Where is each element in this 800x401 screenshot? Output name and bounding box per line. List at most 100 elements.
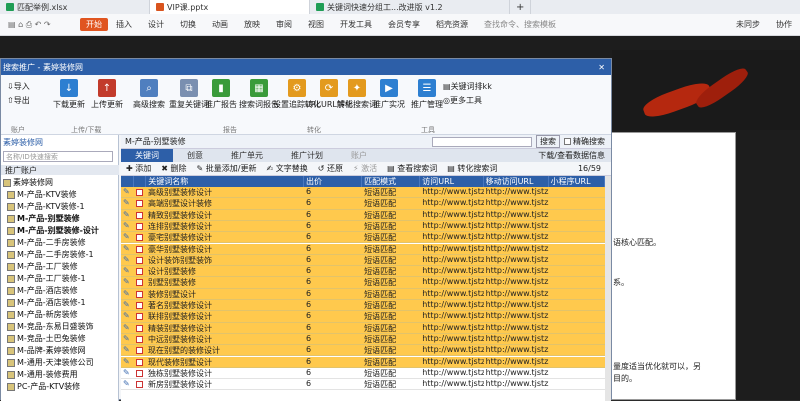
batch-add-button[interactable]: ✎ 批量添加/更新 — [192, 163, 262, 174]
ribbon-tab-review[interactable]: 审阅 — [268, 19, 300, 30]
col-url[interactable]: 访问URL — [420, 176, 484, 187]
vertical-scrollbar[interactable] — [605, 176, 611, 401]
tree-item[interactable]: M-产品-二手房装修 — [7, 237, 86, 248]
table-row[interactable]: ✎ 新房别墅装修设计 6 短语匹配 http://www.tjstzx...http:/… — [121, 379, 605, 391]
close-icon[interactable]: ✕ — [592, 63, 611, 72]
keyword-search-input[interactable] — [432, 136, 532, 147]
view-terms-button[interactable]: ▤ 查看搜索词 — [382, 163, 442, 174]
wps-tab-0[interactable]: 匹配举例.xlsx — [0, 0, 150, 14]
ribbon-tab-dev[interactable]: 开发工具 — [332, 19, 380, 30]
download-update-button[interactable]: ↓ 下载更新 — [53, 79, 85, 110]
edit-icon[interactable]: ✎ — [121, 198, 134, 208]
table-row[interactable]: ✎ 精装别墅装修设计 6 短语匹配 http://www.tjstzx...http:/… — [121, 322, 605, 334]
table-row[interactable]: ✎ 著名别墅装修设计 6 短语匹配 http://www.tjstzx...http:/… — [121, 300, 605, 312]
tree-item[interactable]: M-产品-新房装修 — [7, 309, 78, 320]
tree-item[interactable]: M-通用-装修费用 — [7, 369, 78, 380]
tree-item[interactable]: M-产品-别墅装修-设计 — [7, 225, 99, 236]
table-row[interactable]: ✎ 精致别墅装修设计 6 短语匹配 http://www.tjstzx...http:/… — [121, 209, 605, 221]
tree-item[interactable]: M-产品-KTV装修 — [7, 189, 77, 200]
ribbon-tab-insert[interactable]: 插入 — [108, 19, 140, 30]
advanced-search-button[interactable]: ⌕ 高级搜索 — [133, 79, 165, 110]
tree-item[interactable]: 素婷装修网 — [3, 177, 53, 188]
edit-icon[interactable]: ✎ — [121, 357, 134, 367]
edit-icon[interactable]: ✎ — [121, 368, 134, 378]
table-row[interactable]: ✎ 豪华别墅装修设计 6 短语匹配 http://www.tjstzx...http:/… — [121, 243, 605, 255]
table-row[interactable]: ✎ 连排别墅装修设计 6 短语匹配 http://www.tjstzx...http:/… — [121, 220, 605, 233]
col-bid[interactable]: 出价 — [304, 176, 363, 187]
edit-icon[interactable]: ✎ — [121, 221, 134, 231]
col-match[interactable]: 匹配模式 — [362, 176, 421, 187]
more-tools-button[interactable]: ◎ 更多工具 — [443, 95, 482, 106]
ribbon-tab-animation[interactable]: 动画 — [204, 19, 236, 30]
convert-term-button[interactable]: ✦ 转化搜索词 — [337, 79, 377, 110]
table-row[interactable]: ✎ 中远别墅装修设计 6 短语匹配 http://www.tjstzx...http:/… — [121, 333, 605, 346]
tree-item[interactable]: M-产品-工厂装修 — [7, 261, 78, 272]
tab-keyword[interactable]: 关键词 — [121, 149, 173, 162]
tree-item[interactable]: M-产品-工厂装修-1 — [7, 273, 86, 284]
ribbon-tab-start[interactable]: 开始 — [80, 18, 108, 31]
convert-terms-button[interactable]: ▤ 转化搜索词 — [442, 163, 502, 174]
tree-item[interactable]: M-通用-天津装修公司 — [7, 357, 94, 368]
import-button[interactable]: ⇩ 导入 — [7, 81, 30, 92]
edit-icon[interactable]: ✎ — [121, 210, 134, 220]
tree-item[interactable]: M-产品-KTV装修-1 — [7, 201, 85, 212]
add-button[interactable]: ✚ 添加 — [121, 163, 156, 174]
col-mobile-url[interactable]: 移动访问URL — [484, 176, 549, 187]
edit-icon[interactable]: ✎ — [121, 277, 134, 287]
tree-item[interactable]: M-产品-酒店装修-1 — [7, 297, 86, 308]
edit-icon[interactable]: ✎ — [121, 300, 134, 310]
tree-item[interactable]: M-竞品-土巴兔装修 — [7, 333, 86, 344]
edit-icon[interactable]: ✎ — [121, 345, 134, 355]
tree-item[interactable]: M-产品-别墅装修 — [7, 213, 80, 224]
export-button[interactable]: ⇧ 导出 — [7, 95, 30, 106]
tab-plan[interactable]: 推广计划 — [277, 149, 337, 162]
promo-report-button[interactable]: ▮ 推广报告 — [205, 79, 237, 110]
restore-button[interactable]: ↺ 还原 — [313, 163, 348, 174]
exact-search-checkbox[interactable] — [564, 138, 571, 145]
ribbon-tab-design[interactable]: 设计 — [140, 19, 172, 30]
table-row[interactable]: ✎ 独栋别墅装修设计 6 短语匹配 http://www.tjstzx...http:/… — [121, 367, 605, 380]
table-row[interactable]: ✎ 豪宅别墅装修设计 6 短语匹配 http://www.tjstzx...http:/… — [121, 232, 605, 244]
table-row[interactable]: ✎ 现在别墅的装修设计 6 短语匹配 http://www.tjstzx...http:… — [121, 345, 605, 357]
edit-icon[interactable]: ✎ — [121, 334, 134, 344]
edit-icon[interactable]: ✎ — [121, 323, 134, 333]
keyword-rank-button[interactable]: ▤ 关键词排kk — [443, 81, 492, 92]
col-keyword[interactable]: 关键词名称 — [146, 176, 305, 187]
collab-button[interactable]: 协作 — [768, 19, 800, 30]
table-row[interactable]: ✎ 装修别墅设计 6 短语匹配 http://www.tjstzx...http://w… — [121, 288, 605, 300]
edit-icon[interactable]: ✎ — [121, 187, 134, 197]
ribbon-tools-icons[interactable]: ▤ ⌂ ⎙ ↶ ↷ — [0, 20, 80, 30]
table-row[interactable]: ✎ 别墅别墅装修 6 短语匹配 http://www.tjstzx...http://w… — [121, 277, 605, 289]
wps-tab-2[interactable]: 关键词快速分组工...改进版 v1.2 — [310, 0, 510, 14]
ribbon-tab-show[interactable]: 放映 — [236, 19, 268, 30]
tree-item[interactable]: M-产品-酒店装修 — [7, 285, 78, 296]
tab-creative[interactable]: 创意 — [173, 149, 217, 162]
tree-item[interactable]: M-品牌-素婷装修网 — [7, 345, 86, 356]
new-tab-button[interactable]: + — [510, 0, 532, 14]
tree-item[interactable]: M-产品-二手房装修-1 — [7, 249, 94, 260]
tree-item[interactable]: PC-产品-KTV装修 — [7, 381, 80, 392]
edit-icon[interactable]: ✎ — [121, 266, 134, 276]
tree-item[interactable]: M-竞品-东易日盛装饰 — [7, 321, 94, 332]
activate-button[interactable]: ⚡ 激活 — [348, 163, 382, 174]
edit-icon[interactable]: ✎ — [121, 311, 134, 321]
edit-icon[interactable]: ✎ — [121, 289, 134, 299]
tab-unit[interactable]: 推广单元 — [217, 149, 277, 162]
ribbon-tab-resource[interactable]: 稻壳资源 — [428, 19, 476, 30]
table-row[interactable]: ✎ 联排别墅装修设计 6 短语匹配 http://www.tjstzx...http:/… — [121, 311, 605, 323]
ribbon-tab-member[interactable]: 会员专享 — [380, 19, 428, 30]
ribbon-search[interactable]: 查找命令、搜索模板 — [476, 19, 564, 30]
ribbon-tab-transition[interactable]: 切换 — [172, 19, 204, 30]
account-selector[interactable]: 素婷装修网 — [3, 137, 43, 148]
upload-update-button[interactable]: ↑ 上传更新 — [91, 79, 123, 110]
sync-status[interactable]: 未同步 — [728, 19, 768, 30]
tab-account[interactable]: 账户 — [337, 149, 381, 162]
table-row[interactable]: ✎ 设计装饰别墅装饰 6 短语匹配 http://www.tjstzx...http:/… — [121, 254, 605, 267]
text-replace-button[interactable]: ✍ 文字替换 — [261, 163, 312, 174]
delete-button[interactable]: ✖ 删除 — [156, 163, 191, 174]
search-button[interactable]: 搜索 — [536, 135, 560, 148]
tree-search-input[interactable]: 名称/ID快速搜索 — [3, 151, 113, 162]
duplicate-keyword-button[interactable]: ⧉ 重复关键词 — [169, 79, 209, 110]
promo-manage-button[interactable]: ☰ 推广管理 — [411, 79, 443, 110]
col-mini-url[interactable]: 小程序URL — [549, 176, 606, 187]
